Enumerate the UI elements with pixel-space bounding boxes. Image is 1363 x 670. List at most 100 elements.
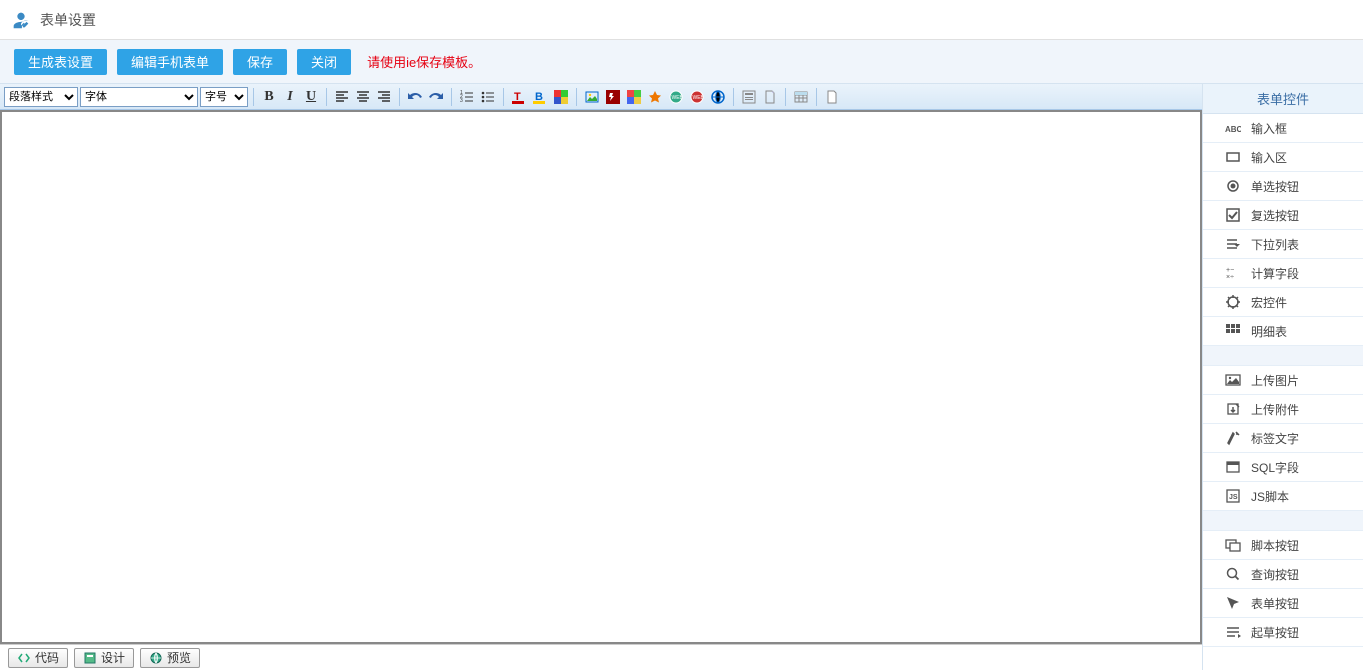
js-icon: JS — [1225, 488, 1241, 504]
widget-label: 宏控件 — [1251, 294, 1287, 311]
underline-icon[interactable]: U — [301, 87, 321, 107]
design-view-button[interactable]: 设计 — [74, 648, 134, 668]
widget-label: 计算字段 — [1251, 265, 1299, 282]
textarea-icon — [1225, 149, 1241, 165]
widget-draftbtn[interactable]: 起草按钮 — [1203, 618, 1363, 647]
svg-text:×÷: ×÷ — [1226, 274, 1234, 281]
preview-view-button[interactable]: 预览 — [140, 648, 200, 668]
widget-macro[interactable]: 宏控件 — [1203, 288, 1363, 317]
widget-image[interactable]: 上传图片 — [1203, 366, 1363, 395]
dropdown-icon — [1225, 236, 1241, 252]
template-icon[interactable] — [739, 87, 759, 107]
generate-table-button[interactable]: 生成表设置 — [14, 49, 107, 75]
calc-icon: +−×÷ — [1225, 265, 1241, 281]
font-family-select[interactable]: 字体 — [80, 87, 198, 107]
editor-footer: 代码 设计 预览 — [0, 644, 1202, 670]
svg-text:WEB: WEB — [672, 95, 684, 101]
web-component-icon[interactable]: WEB — [666, 87, 686, 107]
svg-text:WEB: WEB — [693, 95, 705, 101]
widget-label: 脚本按钮 — [1251, 537, 1299, 554]
widget-label: 复选按钮 — [1251, 207, 1299, 224]
page-header: 表单设置 — [0, 0, 1363, 40]
radio-icon — [1225, 178, 1241, 194]
widget-label: JS脚本 — [1251, 488, 1289, 505]
new-page-icon[interactable] — [822, 87, 842, 107]
font-size-select[interactable]: 字号 — [200, 87, 248, 107]
special-char-icon[interactable] — [645, 87, 665, 107]
widget-dropdown[interactable]: 下拉列表 — [1203, 230, 1363, 259]
widget-js[interactable]: JS JS脚本 — [1203, 482, 1363, 511]
scriptbtn-icon — [1225, 537, 1241, 553]
color-picker-icon[interactable] — [551, 87, 571, 107]
formbtn-icon — [1225, 595, 1241, 611]
redo-icon[interactable] — [426, 87, 446, 107]
widget-label: 下拉列表 — [1251, 236, 1299, 253]
link-icon[interactable] — [708, 87, 728, 107]
code-icon — [17, 651, 31, 665]
querybtn-icon — [1225, 566, 1241, 582]
widget-checkbox[interactable]: 复选按钮 — [1203, 201, 1363, 230]
undo-icon[interactable] — [405, 87, 425, 107]
page-title: 表单设置 — [40, 10, 96, 30]
code-view-button[interactable]: 代码 — [8, 648, 68, 668]
widget-attach[interactable]: 上传附件 — [1203, 395, 1363, 424]
table-icon[interactable] — [791, 87, 811, 107]
detail-icon — [1225, 323, 1241, 339]
align-center-icon[interactable] — [353, 87, 373, 107]
widget-label: 起草按钮 — [1251, 624, 1299, 641]
unordered-list-icon[interactable] — [478, 87, 498, 107]
widget-label: 标签文字 — [1251, 430, 1299, 447]
widget-detail[interactable]: 明细表 — [1203, 317, 1363, 346]
widget-querybtn[interactable]: 查询按钮 — [1203, 560, 1363, 589]
widget-label: 输入区 — [1251, 149, 1287, 166]
bold-icon[interactable]: B — [259, 87, 279, 107]
svg-text:+−: +− — [1226, 267, 1234, 274]
widget-textarea[interactable]: 输入区 — [1203, 143, 1363, 172]
widget-label: 上传图片 — [1251, 372, 1299, 389]
align-right-icon[interactable] — [374, 87, 394, 107]
ordered-list-icon[interactable]: 123 — [457, 87, 477, 107]
svg-text:ABC: ABC — [1225, 125, 1241, 134]
design-icon — [83, 651, 97, 665]
text-color-icon[interactable]: T — [509, 87, 529, 107]
textbox-icon: ABC — [1225, 120, 1241, 136]
align-left-icon[interactable] — [332, 87, 352, 107]
save-button[interactable]: 保存 — [233, 49, 287, 75]
sidebar-separator — [1203, 346, 1363, 366]
edit-mobile-form-button[interactable]: 编辑手机表单 — [117, 49, 223, 75]
media-icon[interactable] — [624, 87, 644, 107]
italic-icon[interactable]: I — [280, 87, 300, 107]
sidebar-title: 表单控件 — [1203, 84, 1363, 114]
editor-canvas[interactable] — [0, 110, 1202, 644]
close-button[interactable]: 关闭 — [297, 49, 351, 75]
checkbox-icon — [1225, 207, 1241, 223]
flash-icon[interactable] — [603, 87, 623, 107]
widget-sidebar: 表单控件 ABC输入框输入区单选按钮复选按钮下拉列表 +−×÷ 计算字段宏控件明细表… — [1203, 84, 1363, 670]
attach-icon — [1225, 401, 1241, 417]
svg-text:JS: JS — [1229, 494, 1238, 501]
paragraph-style-select[interactable]: 段落样式 — [4, 87, 78, 107]
page-icon[interactable] — [760, 87, 780, 107]
widget-radio[interactable]: 单选按钮 — [1203, 172, 1363, 201]
ie-warning-text: 请使用ie保存模板。 — [367, 52, 481, 71]
widget-label: SQL字段 — [1251, 459, 1299, 476]
widget-scriptbtn[interactable]: 脚本按钮 — [1203, 531, 1363, 560]
macro-icon — [1225, 294, 1241, 310]
widget-label: 明细表 — [1251, 323, 1287, 340]
web-red-icon[interactable]: WEB — [687, 87, 707, 107]
draftbtn-icon — [1225, 624, 1241, 640]
editor-toolbar: 段落样式 字体 字号 B I U 123 — [0, 84, 1202, 110]
image-icon[interactable] — [582, 87, 602, 107]
bg-color-icon[interactable]: B — [530, 87, 550, 107]
widget-label[interactable]: 标签文字 — [1203, 424, 1363, 453]
widget-calc[interactable]: +−×÷ 计算字段 — [1203, 259, 1363, 288]
image-icon — [1225, 372, 1241, 388]
action-bar: 生成表设置 编辑手机表单 保存 关闭 请使用ie保存模板。 — [0, 40, 1363, 84]
widget-label: 上传附件 — [1251, 401, 1299, 418]
widget-formbtn[interactable]: 表单按钮 — [1203, 589, 1363, 618]
widget-textbox[interactable]: ABC输入框 — [1203, 114, 1363, 143]
form-settings-icon — [10, 9, 32, 31]
widget-label: 查询按钮 — [1251, 566, 1299, 583]
widget-label: 单选按钮 — [1251, 178, 1299, 195]
widget-sql[interactable]: SQL字段 — [1203, 453, 1363, 482]
